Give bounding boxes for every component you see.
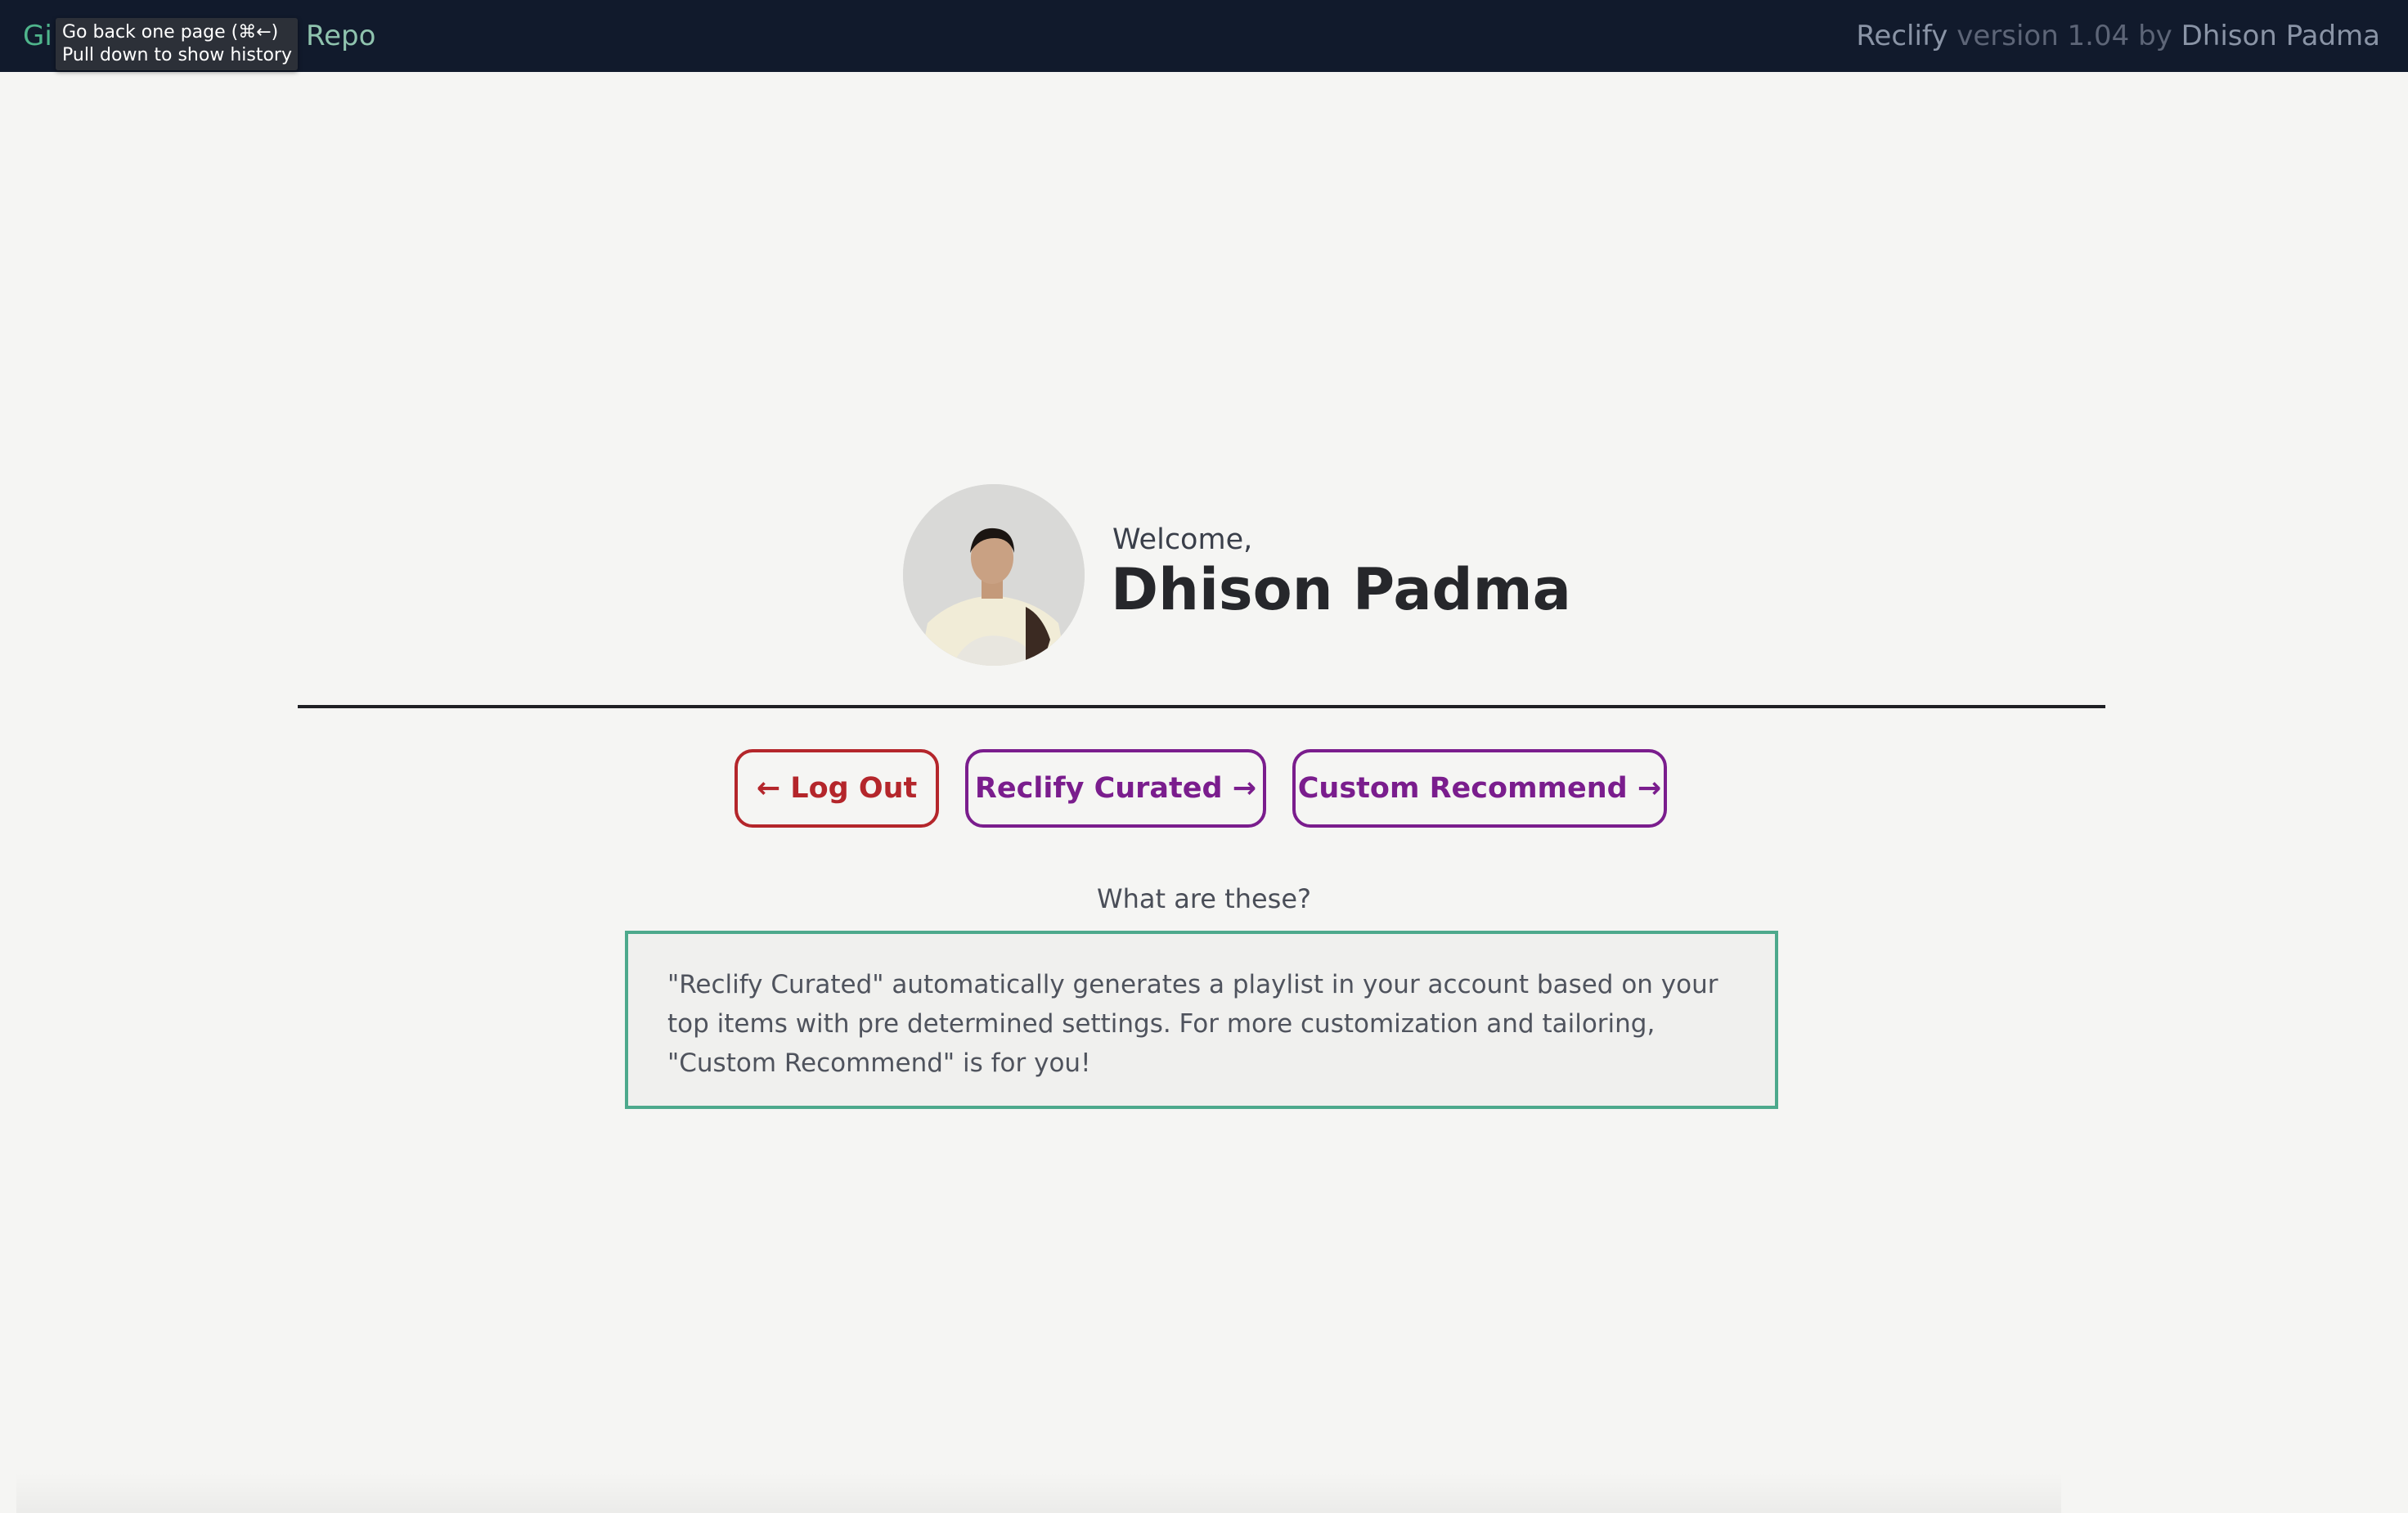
divider <box>298 705 2105 708</box>
logout-button[interactable]: ← Log Out <box>735 749 939 828</box>
app-name: Reclify <box>1856 20 1948 52</box>
top-nav-bar: Gi Repo Go back one page (⌘←) Pull down … <box>0 0 2408 72</box>
reclify-curated-button[interactable]: Reclify Curated → <box>965 749 1266 828</box>
window-bottom-edge <box>16 1472 2061 1513</box>
version-text: version 1.04 by <box>1956 20 2172 52</box>
github-link[interactable]: Gi <box>23 0 52 72</box>
author-name: Dhison Padma <box>2181 20 2380 52</box>
tooltip-line-2: Pull down to show history <box>62 45 292 65</box>
back-tooltip: Go back one page (⌘←) Pull down to show … <box>56 18 298 70</box>
user-name: Dhison Padma <box>1111 556 1571 623</box>
version-info: Reclify version 1.04 by Dhison Padma <box>1856 0 2380 72</box>
welcome-text: Welcome, <box>1112 523 1253 556</box>
info-question: What are these? <box>1096 883 1312 914</box>
tooltip-line-1: Go back one page (⌘←) <box>62 22 279 43</box>
custom-recommend-button[interactable]: Custom Recommend → <box>1292 749 1667 828</box>
avatar <box>903 484 1085 666</box>
avatar-portrait-image <box>903 484 1085 666</box>
info-box: "Reclify Curated" automatically generate… <box>625 931 1778 1109</box>
repo-link[interactable]: Repo <box>306 0 375 72</box>
info-description: "Reclify Curated" automatically generate… <box>667 970 1718 1078</box>
